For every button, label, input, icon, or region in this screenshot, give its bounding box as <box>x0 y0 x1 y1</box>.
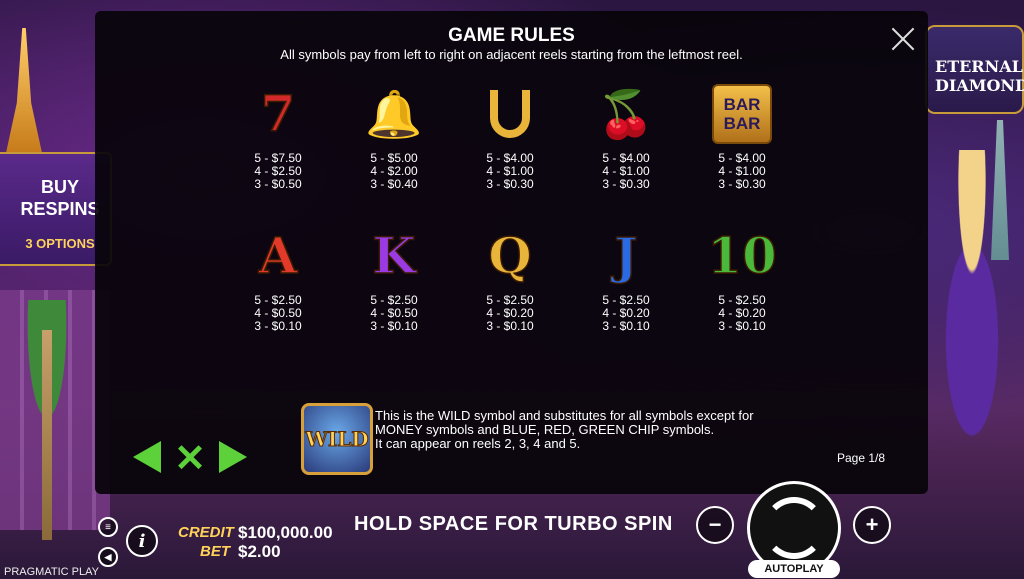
wild-description: This is the WILD symbol and substitutes … <box>375 408 754 451</box>
seven-icon: 7 <box>260 84 296 143</box>
menu-icon[interactable]: ≡ <box>98 517 118 537</box>
payout-line: 3 - $0.50 <box>254 177 302 191</box>
turbo-spin-hint: HOLD SPACE FOR TURBO SPIN <box>354 513 673 535</box>
letter-q-icon: Q <box>487 226 532 285</box>
decrease-bet-button[interactable]: − <box>696 506 734 544</box>
payout-line: 3 - $0.10 <box>370 319 418 333</box>
payout-list: 5 - $2.50 4 - $0.20 3 - $0.10 <box>571 294 681 333</box>
credit-value: $100,000.00 <box>238 523 333 542</box>
ten-icon: 10 <box>706 226 777 285</box>
rules-subtitle: All symbols pay from left to right on ad… <box>280 47 743 62</box>
sound-icon[interactable]: ◀ <box>98 547 118 567</box>
spin-arrows-icon <box>763 497 825 559</box>
payout-list: 5 - $4.00 4 - $1.00 3 - $0.30 <box>687 152 797 191</box>
payout-list: 5 - $4.00 4 - $1.00 3 - $0.30 <box>571 152 681 191</box>
letter-k-icon: K <box>372 226 417 285</box>
bar-icon: BAR BAR <box>712 84 772 144</box>
autoplay-button[interactable]: AUTOPLAY <box>748 560 840 578</box>
paytable-symbol: 🍒 5 - $4.00 4 - $1.00 3 - $0.30 <box>571 84 681 191</box>
eiffel-tower-decoration <box>6 28 42 153</box>
cherry-icon: 🍒 <box>597 88 655 140</box>
paytable-symbol: J 5 - $2.50 4 - $0.20 3 - $0.10 <box>571 226 681 333</box>
paytable-symbol: 🔔 5 - $5.00 4 - $2.00 3 - $0.40 <box>339 84 449 191</box>
paytable-symbol: 5 - $4.00 4 - $1.00 3 - $0.30 <box>455 84 565 191</box>
paytable-symbol: Q 5 - $2.50 4 - $0.20 3 - $0.10 <box>455 226 565 333</box>
payout-list: 5 - $2.50 4 - $0.50 3 - $0.10 <box>223 294 333 333</box>
payout-list: 5 - $2.50 4 - $0.20 3 - $0.10 <box>687 294 797 333</box>
payout-list: 5 - $2.50 4 - $0.20 3 - $0.10 <box>455 294 565 333</box>
increase-bet-button[interactable]: + <box>853 506 891 544</box>
page-indicator: Page 1/8 <box>837 451 886 465</box>
payout-line: 3 - $0.10 <box>602 319 650 333</box>
prev-page-arrow-icon[interactable] <box>133 441 161 473</box>
payout-list: 5 - $4.00 4 - $1.00 3 - $0.30 <box>455 152 565 191</box>
next-page-arrow-icon[interactable] <box>219 441 247 473</box>
payout-line: 3 - $0.10 <box>486 319 534 333</box>
payout-line: 3 - $0.40 <box>370 177 418 191</box>
payout-list: 5 - $5.00 4 - $2.00 3 - $0.40 <box>339 152 449 191</box>
payout-line: 3 - $0.10 <box>718 319 766 333</box>
character-decoration <box>920 150 1024 530</box>
payout-line: 3 - $0.10 <box>254 319 302 333</box>
paytable-symbol: 10 5 - $2.50 4 - $0.20 3 - $0.10 <box>687 226 797 333</box>
payout-list: 5 - $2.50 4 - $0.50 3 - $0.10 <box>339 294 449 333</box>
close-rules-x-icon[interactable]: ✕ <box>172 440 208 478</box>
close-icon[interactable] <box>890 25 916 51</box>
paytable-symbol: K 5 - $2.50 4 - $0.50 3 - $0.10 <box>339 226 449 333</box>
letter-j-icon: J <box>613 226 638 285</box>
horseshoe-icon <box>480 84 540 144</box>
payout-list: 5 - $7.50 4 - $2.50 3 - $0.50 <box>223 152 333 191</box>
paytable-symbol: BAR BAR 5 - $4.00 4 - $1.00 3 - $0.30 <box>687 84 797 191</box>
game-logo: ETERNAL DIAMONDS <box>925 25 1024 114</box>
brand-label: PRAGMATIC PLAY <box>4 566 99 578</box>
rules-title: GAME RULES <box>448 25 575 46</box>
bet-value: $2.00 <box>238 542 281 561</box>
bell-icon: 🔔 <box>365 88 423 140</box>
info-button[interactable]: i <box>126 525 158 557</box>
payout-line: 3 - $0.30 <box>718 177 766 191</box>
wild-symbol-icon: WILD <box>301 403 373 475</box>
palm-tree-decoration <box>2 300 92 540</box>
payout-line: 3 - $0.30 <box>602 177 650 191</box>
game-rules-panel: GAME RULES All symbols pay from left to … <box>95 11 928 494</box>
paytable-symbol: A 5 - $2.50 4 - $0.50 3 - $0.10 <box>223 226 333 333</box>
bet-label: BET <box>200 543 230 560</box>
paytable-symbol: 7 5 - $7.50 4 - $2.50 3 - $0.50 <box>223 84 333 191</box>
credit-label: CREDIT <box>178 524 234 541</box>
payout-line: 3 - $0.30 <box>486 177 534 191</box>
letter-a-icon: A <box>258 226 298 285</box>
